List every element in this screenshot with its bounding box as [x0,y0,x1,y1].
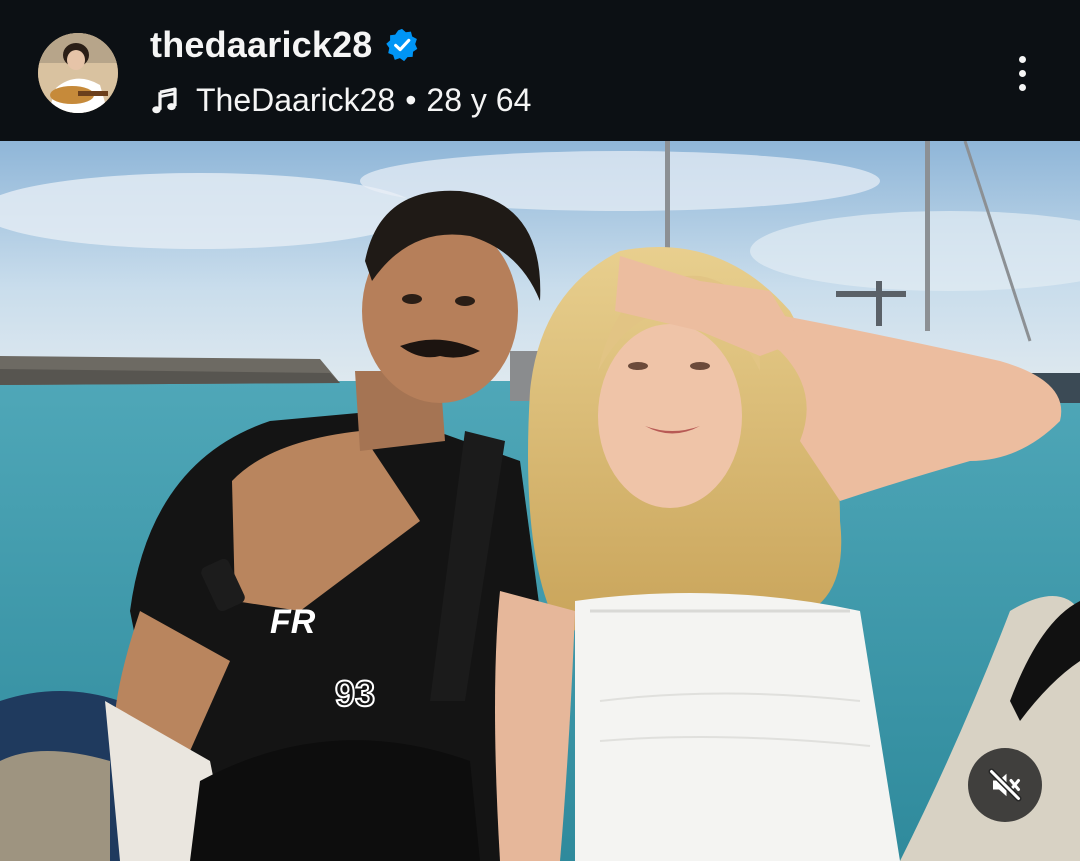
avatar[interactable] [38,33,118,113]
verified-badge-icon [385,28,417,62]
more-vertical-icon-dot [1018,69,1026,77]
audio-artist: TheDaarick28 [196,82,396,118]
svg-text:FR: FR [270,603,316,641]
post-media[interactable]: FR 93 [0,141,1080,861]
mute-toggle-button[interactable] [968,748,1042,822]
more-vertical-icon-dot [1018,55,1026,63]
username-row: thedaarick28 [150,24,419,66]
audio-title: 28 y 64 [426,82,532,118]
avatar-image [38,33,118,113]
music-note-icon [152,87,177,113]
audio-separator: • [405,82,417,118]
post-header: thedaarick28 TheDaarick28 • 28 y 64 [0,0,1080,141]
post-photo: FR 93 [0,141,1080,861]
audio-row[interactable]: TheDaarick28 • 28 y 64 [150,82,531,119]
speaker-muted-icon [988,768,1022,802]
svg-text:93: 93 [335,673,375,714]
username[interactable]: thedaarick28 [150,24,373,66]
more-vertical-icon-dot [1018,83,1026,91]
more-options-button[interactable] [1000,48,1044,98]
